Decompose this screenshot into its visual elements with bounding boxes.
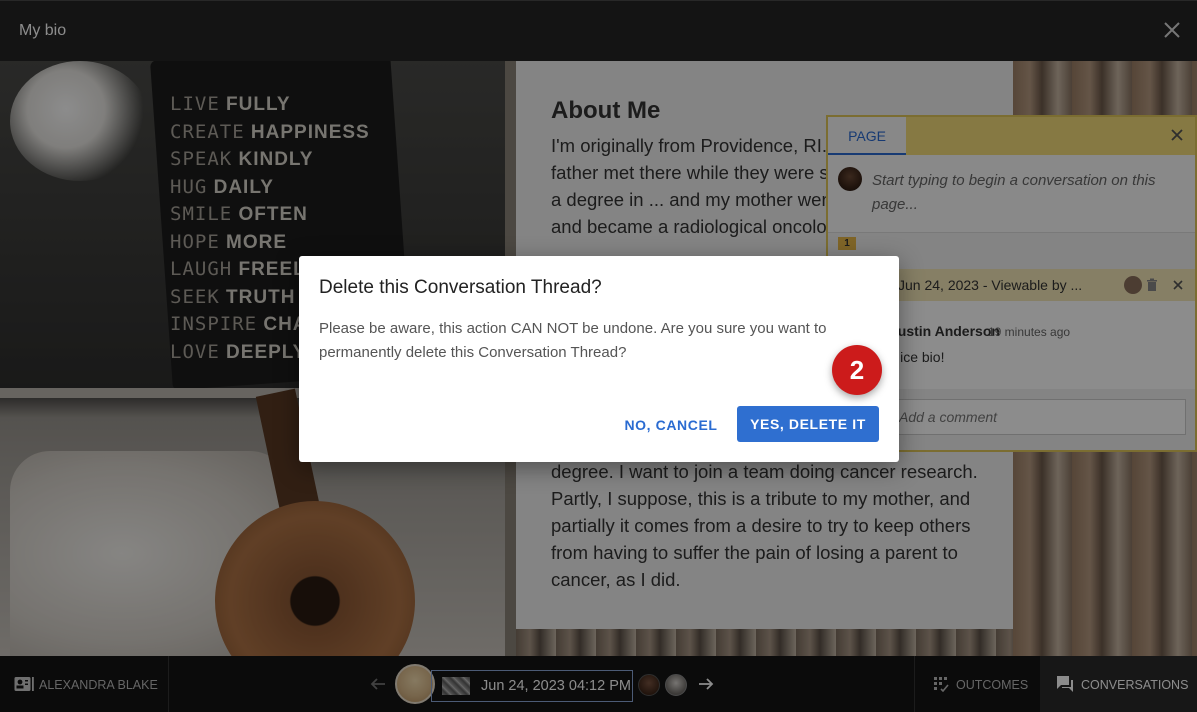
dialog-message: Please be aware, this action CAN NOT be …: [319, 320, 827, 361]
delete-thread-dialog: Delete this Conversation Thread? Please …: [299, 256, 899, 462]
delete-button[interactable]: YES, DELETE IT: [737, 406, 879, 442]
cancel-button[interactable]: NO, CANCEL: [621, 408, 721, 442]
dialog-title: Delete this Conversation Thread?: [319, 277, 602, 298]
step-badge: 2: [832, 345, 882, 395]
app-root: My bio LIVE FULLY CREATE HAPPINESS SPEAK K…: [0, 0, 1197, 712]
